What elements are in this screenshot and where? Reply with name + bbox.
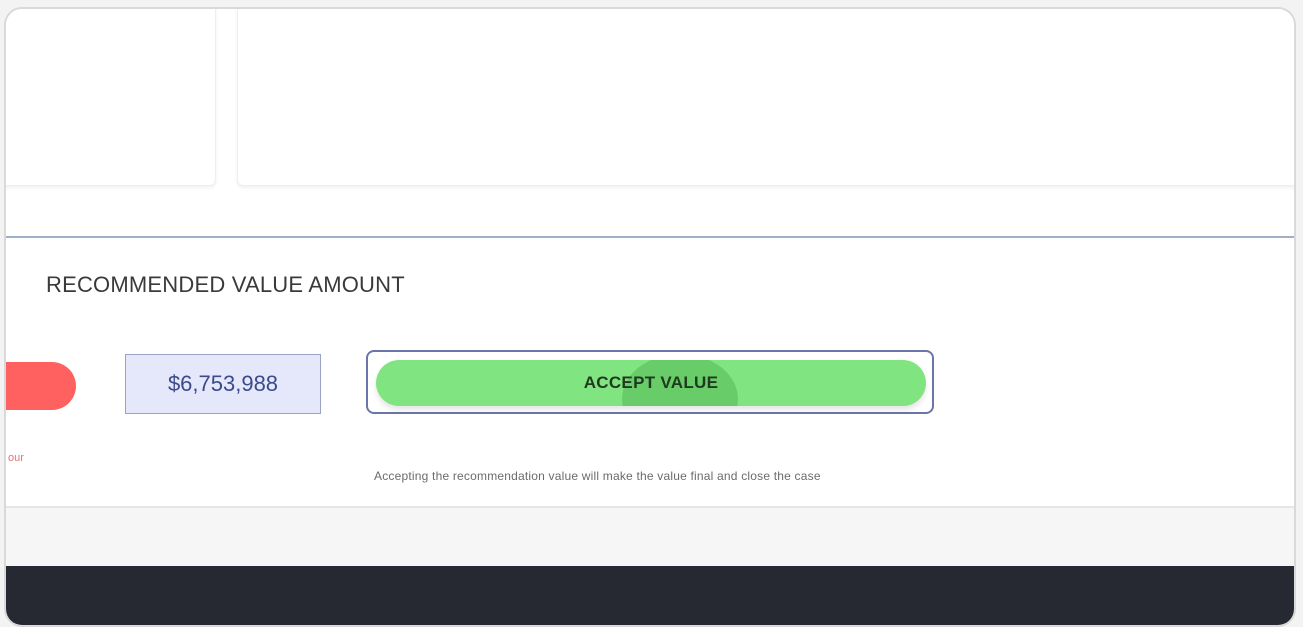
accept-helper-text: Accepting the recommendation value will … bbox=[374, 469, 821, 483]
recommended-value-amount: $6,753,988 bbox=[125, 354, 321, 414]
reject-hint-text: our bbox=[8, 452, 24, 464]
accept-button-focus-ring: ACCEPT VALUE bbox=[366, 350, 934, 414]
app-frame: RECOMMENDED VALUE AMOUNT our $6,753,988 … bbox=[4, 7, 1296, 627]
reject-button[interactable] bbox=[6, 362, 76, 410]
section-spacer bbox=[6, 508, 1294, 566]
recommended-value-section: RECOMMENDED VALUE AMOUNT our $6,753,988 … bbox=[6, 236, 1294, 508]
accept-value-label: ACCEPT VALUE bbox=[583, 373, 719, 392]
summary-card-left bbox=[6, 9, 216, 186]
accept-value-button[interactable]: ACCEPT VALUE bbox=[376, 360, 926, 406]
summary-card-right bbox=[237, 9, 1294, 186]
section-title: RECOMMENDED VALUE AMOUNT bbox=[46, 272, 405, 297]
footer-bar bbox=[6, 566, 1294, 625]
